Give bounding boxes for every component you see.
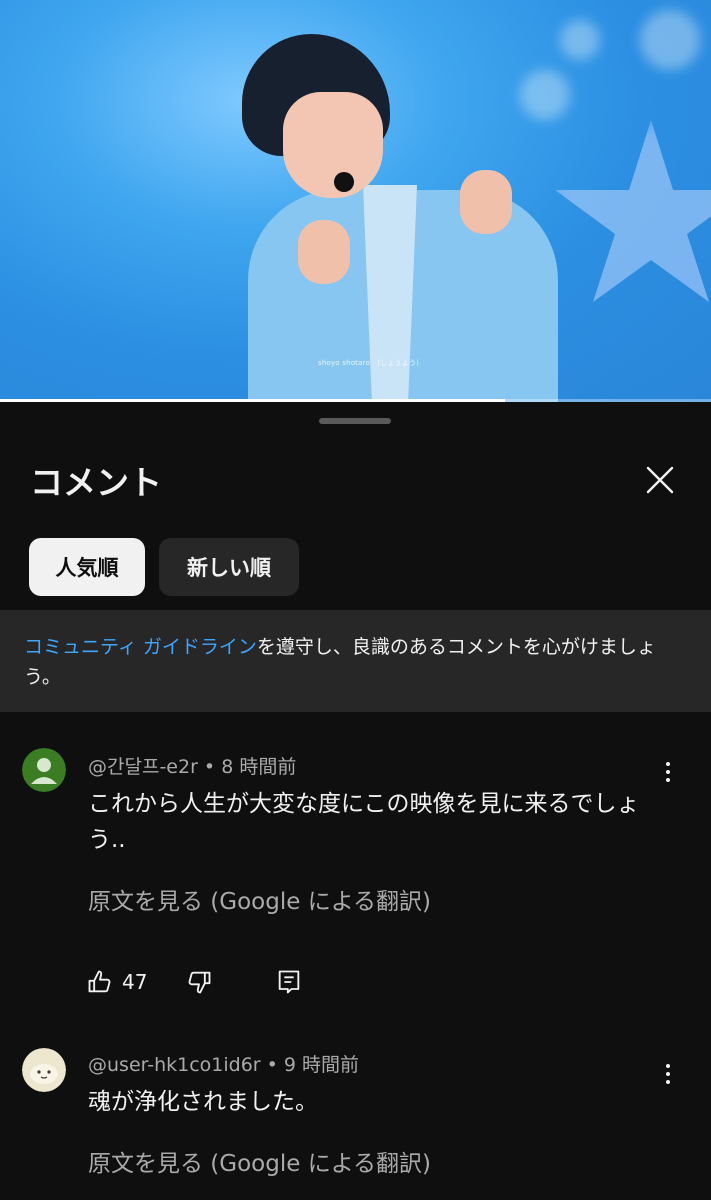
close-button[interactable] <box>640 460 680 500</box>
like-count: 47 <box>122 970 148 994</box>
comment-author[interactable]: @간달프-e2r <box>88 756 198 778</box>
comment-time: 9 時間前 <box>283 1054 360 1076</box>
video-progress-fill <box>0 399 505 402</box>
reply-comment-icon <box>279 970 300 994</box>
dislike-button[interactable] <box>185 968 213 996</box>
comment-author[interactable]: @user-hk1co1id6r <box>88 1054 261 1076</box>
bokeh-light <box>520 70 570 120</box>
mochi-avatar-icon <box>22 1048 66 1092</box>
comment-text: これから人生が大変な度にこの映像を見に来るでしょう.. <box>88 791 640 853</box>
like-button[interactable]: 47 <box>86 968 147 996</box>
performer-hand-left <box>298 220 350 284</box>
reply-button[interactable] <box>275 968 303 996</box>
comment-text: 魂が浄化されました。 <box>88 1089 318 1115</box>
comment-more-button[interactable] <box>652 756 684 788</box>
kebab-dot <box>666 1072 670 1076</box>
avatar[interactable] <box>22 1048 66 1092</box>
drag-handle[interactable] <box>319 418 391 424</box>
video-player[interactable]: shoyo shotaro (しょうよう) <box>0 0 711 402</box>
avatar[interactable] <box>22 748 66 792</box>
star-light <box>555 120 711 302</box>
meta-separator: • <box>197 756 222 778</box>
kebab-dot <box>666 1064 670 1068</box>
comments-sheet: コメント 人気順 新しい順 コミュニティ ガイドラインを遵守し、良識のあるコメン… <box>0 404 711 1200</box>
meta-separator: • <box>260 1054 284 1076</box>
performer-face <box>283 92 383 198</box>
performer-hand-right <box>460 170 512 234</box>
video-watermark: shoyo shotaro (しょうよう) <box>318 359 420 367</box>
bokeh-light <box>560 20 600 60</box>
default-user-icon <box>22 748 66 792</box>
video-progress-bar[interactable] <box>0 399 711 402</box>
sort-chip-newest[interactable]: 新しい順 <box>159 538 299 596</box>
community-guidelines-notice: コミュニティ ガイドラインを遵守し、良識のあるコメントを心がけましょう。 <box>0 610 711 712</box>
sheet-title: コメント <box>30 463 162 502</box>
headset-mic <box>334 172 354 192</box>
bokeh-light <box>640 10 700 70</box>
kebab-dot <box>666 770 670 774</box>
comment-meta: @간달프-e2r • 8 時間前 <box>88 752 296 779</box>
comment-meta: @user-hk1co1id6r • 9 時間前 <box>88 1050 359 1077</box>
thumbs-up-icon <box>88 970 111 993</box>
see-original-link[interactable]: 原文を見る (Google による翻訳) <box>88 1144 431 1178</box>
see-original-link[interactable]: 原文を見る (Google による翻訳) <box>88 882 431 916</box>
thumbs-down-icon <box>189 971 211 994</box>
kebab-dot <box>666 778 670 782</box>
kebab-dot <box>666 762 670 766</box>
sort-chip-popular[interactable]: 人気順 <box>29 538 145 596</box>
close-icon <box>646 466 674 494</box>
comment-actions: 47 <box>86 964 303 1000</box>
comment-time: 8 時間前 <box>221 756 297 778</box>
community-guidelines-link[interactable]: コミュニティ ガイドライン <box>24 636 257 658</box>
